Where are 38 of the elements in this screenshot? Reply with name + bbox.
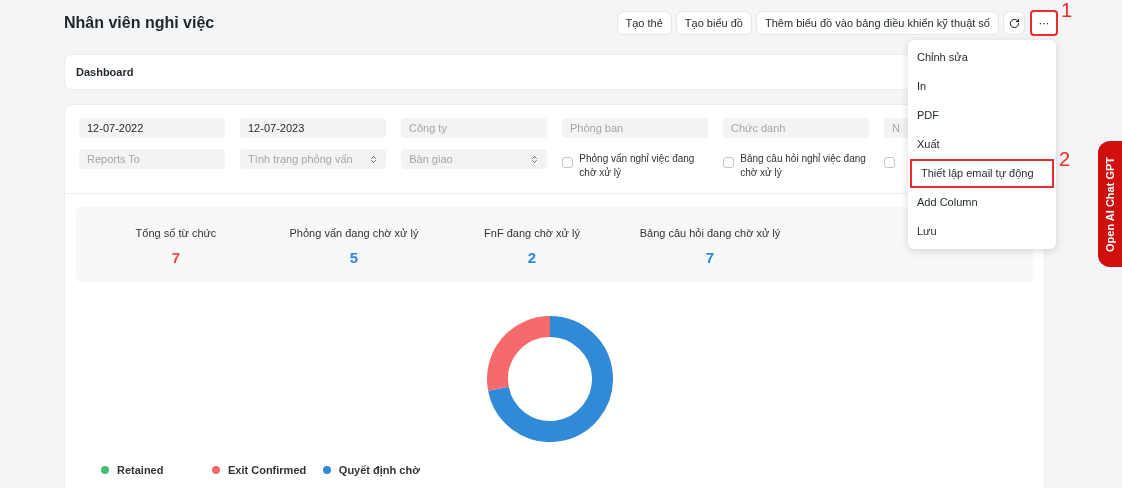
toolbar-button[interactable]: Thêm biểu đồ vào bảng điều khiển kỹ thuật số	[756, 12, 998, 34]
menu-item[interactable]: Chỉnh sửa	[908, 43, 1056, 72]
toolbar-button[interactable]: Tạo thẻ	[617, 12, 671, 34]
menu-item[interactable]: Add Column	[908, 188, 1056, 217]
filter-field[interactable]: 12-07-2023	[240, 118, 386, 138]
legend-label: Retained	[117, 463, 164, 478]
more-button[interactable]: ···	[1030, 10, 1058, 36]
stat-label: FnF đang chờ xử lý	[484, 226, 580, 241]
chevron-icon	[530, 154, 540, 164]
stat-value: 5	[349, 247, 359, 268]
page-title: Nhân viên nghỉ việc	[64, 13, 215, 33]
checkbox[interactable]	[562, 157, 574, 168]
checkbox[interactable]	[723, 157, 735, 168]
annotation-number: 2	[1059, 149, 1071, 169]
stat-value: 2	[527, 247, 537, 268]
checkbox-label: Bảng câu hỏi nghỉ việc đang chờ xử lý	[740, 152, 867, 180]
menu-item[interactable]: Thiết lập email tự động	[910, 159, 1054, 188]
refresh-button[interactable]	[1004, 12, 1024, 34]
stat-value: 7	[171, 247, 181, 268]
legend-label: Exit Confirmed	[228, 463, 307, 478]
menu-item[interactable]: Xuất	[908, 130, 1056, 159]
annotation-number: 1	[1061, 0, 1073, 20]
refresh-icon	[1008, 17, 1020, 29]
menu-item[interactable]: Lưu	[908, 217, 1056, 246]
stat-value: 7	[705, 247, 715, 268]
legend-label: Quyết định chờ	[338, 463, 420, 479]
filter-field[interactable]: 12-07-2022	[79, 118, 225, 138]
menu-item[interactable]: PDF	[908, 101, 1056, 130]
stat-label: Tổng số từ chức	[135, 226, 217, 241]
checkbox[interactable]	[884, 157, 896, 168]
dashboard-label: Dashboard	[76, 64, 134, 80]
stat-label: Phỏng vấn đang chờ xử lý	[289, 226, 419, 241]
chevron-icon	[369, 154, 379, 164]
checkbox-label: Phỏng vấn nghỉ việc đang chờ xử lý	[579, 152, 696, 180]
chat-side-tab[interactable]: Open AI Chat GPT	[1098, 141, 1122, 267]
menu-item[interactable]: In	[908, 72, 1056, 101]
toolbar-button[interactable]: Tạo biểu đồ	[676, 12, 751, 34]
stat-label: Bảng câu hỏi đang chờ xử lý	[639, 226, 781, 241]
